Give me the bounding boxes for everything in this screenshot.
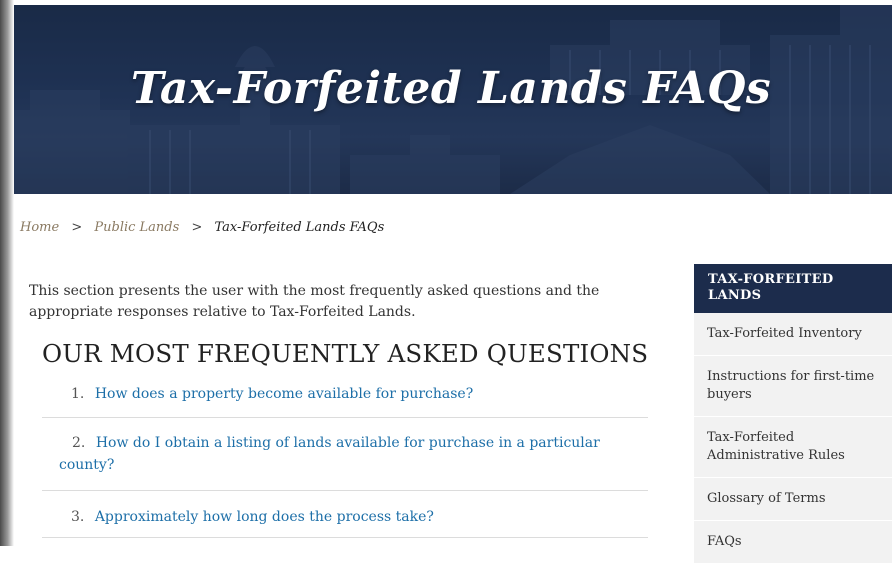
faq-number: 1.	[71, 386, 85, 402]
sidebar-nav: TAX-FORFEITED LANDS Tax-Forfeited Invent…	[694, 264, 892, 564]
left-edge-shadow	[0, 0, 14, 546]
faq-number: 3.	[71, 509, 85, 525]
faq-item: 3. Approximately how long does the proce…	[42, 491, 648, 538]
sidebar-item-glossary[interactable]: Glossary of Terms	[694, 478, 892, 521]
faq-list: 1. How does a property become available …	[42, 373, 648, 538]
intro-paragraph: This section presents the user with the …	[29, 283, 600, 320]
page-title: Tax-Forfeited Lands FAQs	[130, 63, 772, 114]
faq-item: 1. How does a property become available …	[42, 373, 648, 418]
sidebar-item-tax-forfeited-inventory[interactable]: Tax-Forfeited Inventory	[694, 313, 892, 356]
faq-question-link[interactable]: How do I obtain a listing of lands avail…	[59, 435, 600, 473]
breadcrumb-home-link[interactable]: Home	[20, 220, 59, 235]
sidebar-item-first-time-buyers[interactable]: Instructions for first-time buyers	[694, 356, 892, 417]
breadcrumb-separator: >	[71, 220, 83, 235]
sidebar-item-faqs[interactable]: FAQs	[694, 521, 892, 564]
faq-question-link[interactable]: How does a property become available for…	[95, 386, 473, 402]
top-strip	[0, 0, 892, 5]
breadcrumb-separator: >	[191, 220, 203, 235]
hero-banner: Tax-Forfeited Lands FAQs	[10, 5, 892, 194]
breadcrumb: Home > Public Lands > Tax-Forfeited Land…	[20, 220, 384, 235]
sidebar-header: TAX-FORFEITED LANDS	[694, 264, 892, 313]
faq-number: 2.	[72, 435, 86, 451]
sidebar-item-administrative-rules[interactable]: Tax-Forfeited Administrative Rules	[694, 417, 892, 478]
faq-heading: OUR MOST FREQUENTLY ASKED QUESTIONS	[42, 339, 649, 368]
breadcrumb-public-lands-link[interactable]: Public Lands	[94, 220, 179, 235]
faq-item: 2. How do I obtain a listing of lands av…	[42, 418, 648, 491]
breadcrumb-current: Tax-Forfeited Lands FAQs	[214, 220, 385, 235]
faq-question-link[interactable]: Approximately how long does the process …	[95, 509, 434, 525]
